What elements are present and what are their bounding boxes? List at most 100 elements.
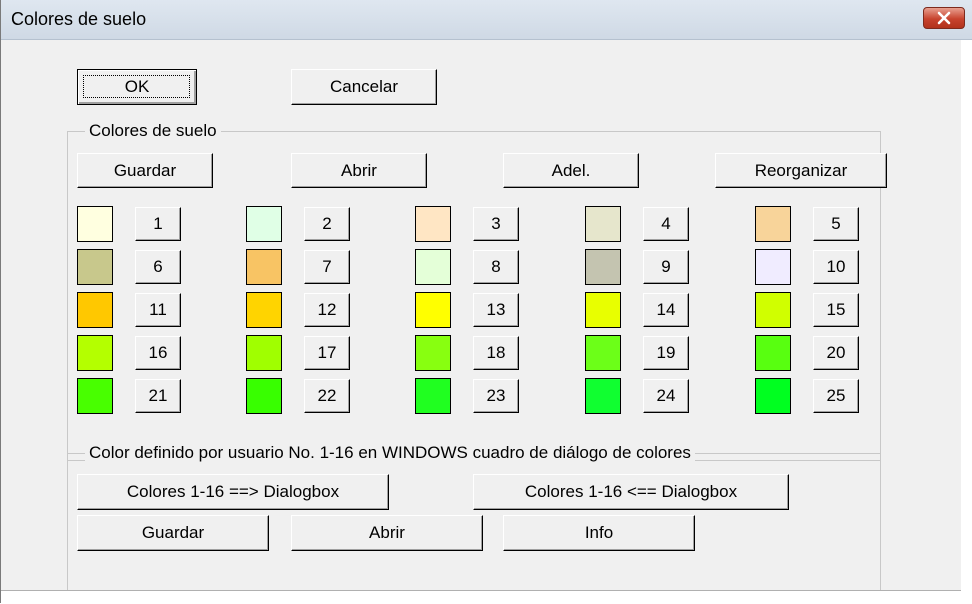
color-number-button[interactable]: 21 <box>135 379 181 413</box>
color-number-label: 10 <box>826 257 846 276</box>
title-bar[interactable]: Colores de suelo <box>1 0 972 40</box>
color-swatch[interactable] <box>755 335 791 371</box>
color-number-button[interactable]: 12 <box>304 293 350 327</box>
color-number-button[interactable]: 22 <box>304 379 350 413</box>
user-save-button[interactable]: Guardar <box>77 515 269 551</box>
color-swatch[interactable] <box>415 206 451 242</box>
color-number-button[interactable]: 20 <box>813 336 859 370</box>
color-number-label: 15 <box>826 300 846 319</box>
color-swatch[interactable] <box>246 335 282 371</box>
color-number-label: 22 <box>317 386 337 405</box>
color-number-label: 2 <box>322 214 332 233</box>
color-swatch[interactable] <box>77 249 113 285</box>
color-number-label: 9 <box>661 257 671 276</box>
colors-from-dialog-label: Colores 1-16 <== Dialogbox <box>524 482 738 501</box>
reorganize-button[interactable]: Reorganizar <box>715 153 887 188</box>
color-number-button[interactable]: 11 <box>135 293 181 327</box>
color-number-button[interactable]: 16 <box>135 336 181 370</box>
dialog-client: OK Cancelar Colores de suelo Guardar Abr… <box>1 40 961 603</box>
color-swatch[interactable] <box>755 292 791 328</box>
color-number-button[interactable]: 19 <box>643 336 689 370</box>
color-number-label: 23 <box>486 386 506 405</box>
color-number-button[interactable]: 6 <box>135 250 181 284</box>
color-number-button[interactable]: 8 <box>473 250 519 284</box>
colors-from-dialog-button[interactable]: Colores 1-16 <== Dialogbox <box>473 474 789 510</box>
color-number-label: 25 <box>826 386 846 405</box>
color-number-button[interactable]: 2 <box>304 207 350 241</box>
color-number-label: 3 <box>491 214 501 233</box>
color-number-label: 24 <box>656 386 676 405</box>
color-swatch[interactable] <box>246 292 282 328</box>
color-number-button[interactable]: 13 <box>473 293 519 327</box>
color-swatch[interactable] <box>585 206 621 242</box>
cancel-label: Cancelar <box>329 77 399 96</box>
color-swatch[interactable] <box>415 378 451 414</box>
color-number-button[interactable]: 7 <box>304 250 350 284</box>
color-number-button[interactable]: 18 <box>473 336 519 370</box>
close-button[interactable] <box>923 7 965 29</box>
focus-ring <box>83 75 190 98</box>
color-swatch[interactable] <box>77 206 113 242</box>
user-open-button[interactable]: Abrir <box>291 515 483 551</box>
color-number-label: 1 <box>153 214 163 233</box>
user-colors-group-title: Color definido por usuario No. 1-16 en W… <box>85 443 695 463</box>
color-swatch[interactable] <box>246 378 282 414</box>
color-swatch[interactable] <box>755 249 791 285</box>
color-number-label: 19 <box>656 343 676 362</box>
color-number-label: 21 <box>148 386 168 405</box>
window-title: Colores de suelo <box>11 9 147 29</box>
color-number-button[interactable]: 9 <box>643 250 689 284</box>
info-button[interactable]: Info <box>503 515 695 551</box>
floor-adel-label: Adel. <box>551 160 591 180</box>
color-swatch[interactable] <box>246 249 282 285</box>
color-number-label: 5 <box>831 214 841 233</box>
color-swatch[interactable] <box>415 292 451 328</box>
color-swatch[interactable] <box>77 292 113 328</box>
reorganize-label: Reorganizar <box>754 160 848 180</box>
color-number-button[interactable]: 10 <box>813 250 859 284</box>
floor-save-label: Guardar <box>113 160 177 180</box>
color-swatch[interactable] <box>755 206 791 242</box>
color-number-button[interactable]: 17 <box>304 336 350 370</box>
color-number-button[interactable]: 15 <box>813 293 859 327</box>
info-label: Info <box>584 523 614 542</box>
floor-save-button[interactable]: Guardar <box>77 153 213 188</box>
cancel-button[interactable]: Cancelar <box>291 69 437 105</box>
color-swatch[interactable] <box>585 378 621 414</box>
color-number-button[interactable]: 5 <box>813 207 859 241</box>
color-number-button[interactable]: 25 <box>813 379 859 413</box>
color-swatch[interactable] <box>77 335 113 371</box>
color-number-button[interactable]: 4 <box>643 207 689 241</box>
color-number-label: 7 <box>322 257 332 276</box>
color-swatch[interactable] <box>585 249 621 285</box>
color-number-button[interactable]: 23 <box>473 379 519 413</box>
color-number-label: 12 <box>317 300 337 319</box>
user-open-label: Abrir <box>369 523 405 542</box>
color-number-button[interactable]: 3 <box>473 207 519 241</box>
color-swatch[interactable] <box>246 206 282 242</box>
close-icon <box>937 11 951 25</box>
user-save-label: Guardar <box>141 523 205 542</box>
color-number-label: 16 <box>148 343 168 362</box>
floor-adel-button[interactable]: Adel. <box>503 153 639 188</box>
color-number-button[interactable]: 14 <box>643 293 689 327</box>
color-number-label: 4 <box>661 214 671 233</box>
color-number-button[interactable]: 1 <box>135 207 181 241</box>
color-swatch[interactable] <box>415 249 451 285</box>
color-swatch[interactable] <box>585 292 621 328</box>
color-number-label: 18 <box>486 343 506 362</box>
color-number-label: 11 <box>149 300 167 319</box>
color-number-label: 20 <box>826 343 846 362</box>
floor-open-label: Abrir <box>341 160 377 180</box>
colors-to-dialog-button[interactable]: Colores 1-16 ==> Dialogbox <box>77 474 389 510</box>
ok-button[interactable]: OK <box>77 69 197 105</box>
color-swatch[interactable] <box>755 378 791 414</box>
floor-open-button[interactable]: Abrir <box>291 153 427 188</box>
window-bottom-edge <box>1 590 961 604</box>
color-swatch[interactable] <box>585 335 621 371</box>
dialog-window: Colores de suelo OK Cancelar Colores de … <box>0 0 972 604</box>
color-swatch[interactable] <box>77 378 113 414</box>
colors-to-dialog-label: Colores 1-16 ==> Dialogbox <box>126 482 340 501</box>
color-swatch[interactable] <box>415 335 451 371</box>
color-number-button[interactable]: 24 <box>643 379 689 413</box>
